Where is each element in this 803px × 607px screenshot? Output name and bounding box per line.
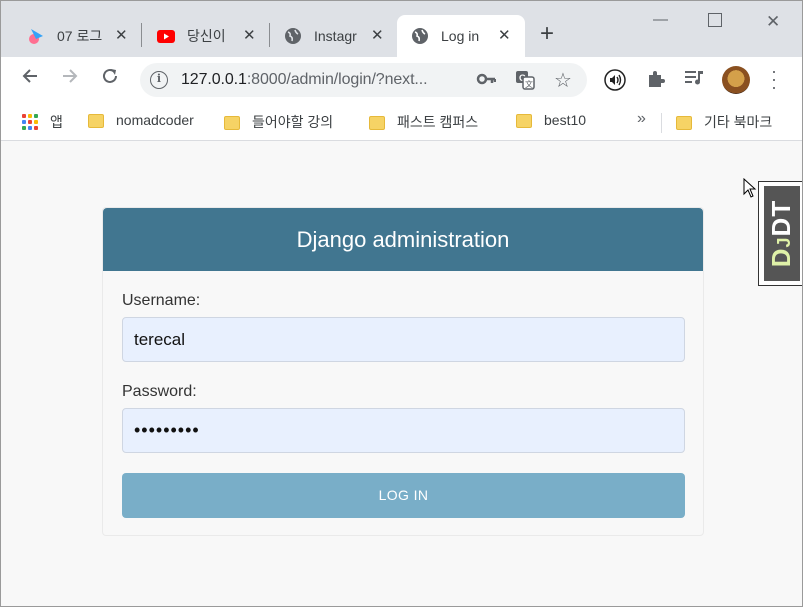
app-icon bbox=[27, 27, 45, 45]
tab-1[interactable]: 07 로그 ✕ bbox=[17, 15, 137, 57]
bookmarks-overflow-button[interactable]: » bbox=[637, 110, 646, 128]
folder-icon bbox=[369, 116, 385, 130]
tab-strip: 07 로그 ✕ 당신이 ✕ Instagr ✕ Log in ✕ + — ✕ bbox=[1, 1, 802, 57]
tab-2[interactable]: 당신이 ✕ bbox=[147, 15, 267, 57]
forward-icon[interactable] bbox=[61, 67, 79, 91]
bookmark-folder[interactable]: nomadcoder bbox=[88, 112, 194, 128]
tab-title: 07 로그 bbox=[57, 28, 103, 44]
audio-extension-icon[interactable] bbox=[604, 69, 626, 96]
tab-3[interactable]: Instagr ✕ bbox=[275, 15, 395, 57]
info-icon[interactable]: i bbox=[150, 71, 168, 89]
tab-title: Instagr bbox=[314, 28, 357, 44]
address-bar[interactable]: i 127.0.0.1:8000/admin/login/?next... G文… bbox=[140, 63, 587, 97]
extensions-puzzle-icon[interactable] bbox=[646, 69, 666, 94]
login-form: Django administration Username: terecal … bbox=[102, 207, 704, 536]
close-icon[interactable]: ✕ bbox=[498, 26, 511, 44]
profile-avatar[interactable] bbox=[722, 66, 750, 94]
new-tab-button[interactable]: + bbox=[540, 21, 554, 47]
debug-toolbar-handle[interactable]: DJDT bbox=[758, 181, 802, 286]
key-icon[interactable] bbox=[476, 70, 497, 93]
username-label: Username: bbox=[122, 292, 201, 309]
translate-icon[interactable]: G文 bbox=[515, 70, 535, 95]
media-queue-icon[interactable] bbox=[684, 69, 704, 92]
close-icon[interactable]: ✕ bbox=[371, 26, 384, 44]
page-content: Django administration Username: terecal … bbox=[1, 142, 802, 606]
tab-title: Log in bbox=[441, 28, 480, 44]
password-input[interactable]: ••••••••• bbox=[122, 408, 685, 453]
close-icon[interactable]: ✕ bbox=[243, 26, 256, 44]
youtube-icon bbox=[157, 27, 175, 45]
username-input[interactable]: terecal bbox=[122, 317, 685, 362]
login-button[interactable]: LOG IN bbox=[122, 473, 685, 518]
folder-icon bbox=[224, 116, 240, 130]
bookmarks-bar: 앱 nomadcoder 들어야할 강의 패스트 캠퍼스 best10 » 기타… bbox=[1, 103, 802, 141]
tab-active[interactable]: Log in ✕ bbox=[397, 15, 525, 57]
tab-title: 당신이 bbox=[187, 28, 226, 44]
bookmark-folder[interactable]: best10 bbox=[516, 112, 586, 128]
browser-window: 07 로그 ✕ 당신이 ✕ Instagr ✕ Log in ✕ + — ✕ i… bbox=[0, 0, 803, 607]
folder-icon bbox=[516, 114, 532, 128]
close-icon[interactable]: ✕ bbox=[115, 26, 128, 44]
other-bookmarks[interactable]: 기타 북마크 bbox=[676, 112, 772, 132]
folder-icon bbox=[676, 116, 692, 130]
apps-grid-icon bbox=[22, 114, 38, 130]
minimize-icon[interactable]: — bbox=[653, 11, 668, 28]
maximize-icon[interactable] bbox=[708, 13, 722, 27]
bookmark-folder[interactable]: 들어야할 강의 bbox=[224, 112, 333, 132]
window-close-icon[interactable]: ✕ bbox=[766, 12, 780, 32]
svg-text:文: 文 bbox=[525, 79, 533, 89]
mouse-cursor-icon bbox=[743, 177, 757, 203]
globe-icon bbox=[411, 27, 429, 45]
browser-toolbar: i 127.0.0.1:8000/admin/login/?next... G文… bbox=[1, 57, 802, 103]
bookmark-apps[interactable]: 앱 bbox=[22, 112, 63, 132]
bookmark-folder[interactable]: 패스트 캠퍼스 bbox=[369, 112, 478, 132]
globe-icon bbox=[284, 27, 302, 45]
menu-icon[interactable]: · · · bbox=[769, 62, 779, 96]
password-label: Password: bbox=[122, 383, 197, 400]
reload-icon[interactable] bbox=[101, 67, 119, 91]
star-icon[interactable]: ☆ bbox=[554, 68, 572, 93]
site-header: Django administration bbox=[103, 208, 703, 271]
url-text[interactable]: 127.0.0.1:8000/admin/login/?next... bbox=[181, 71, 428, 89]
folder-icon bbox=[88, 114, 104, 128]
back-icon[interactable] bbox=[21, 67, 39, 91]
